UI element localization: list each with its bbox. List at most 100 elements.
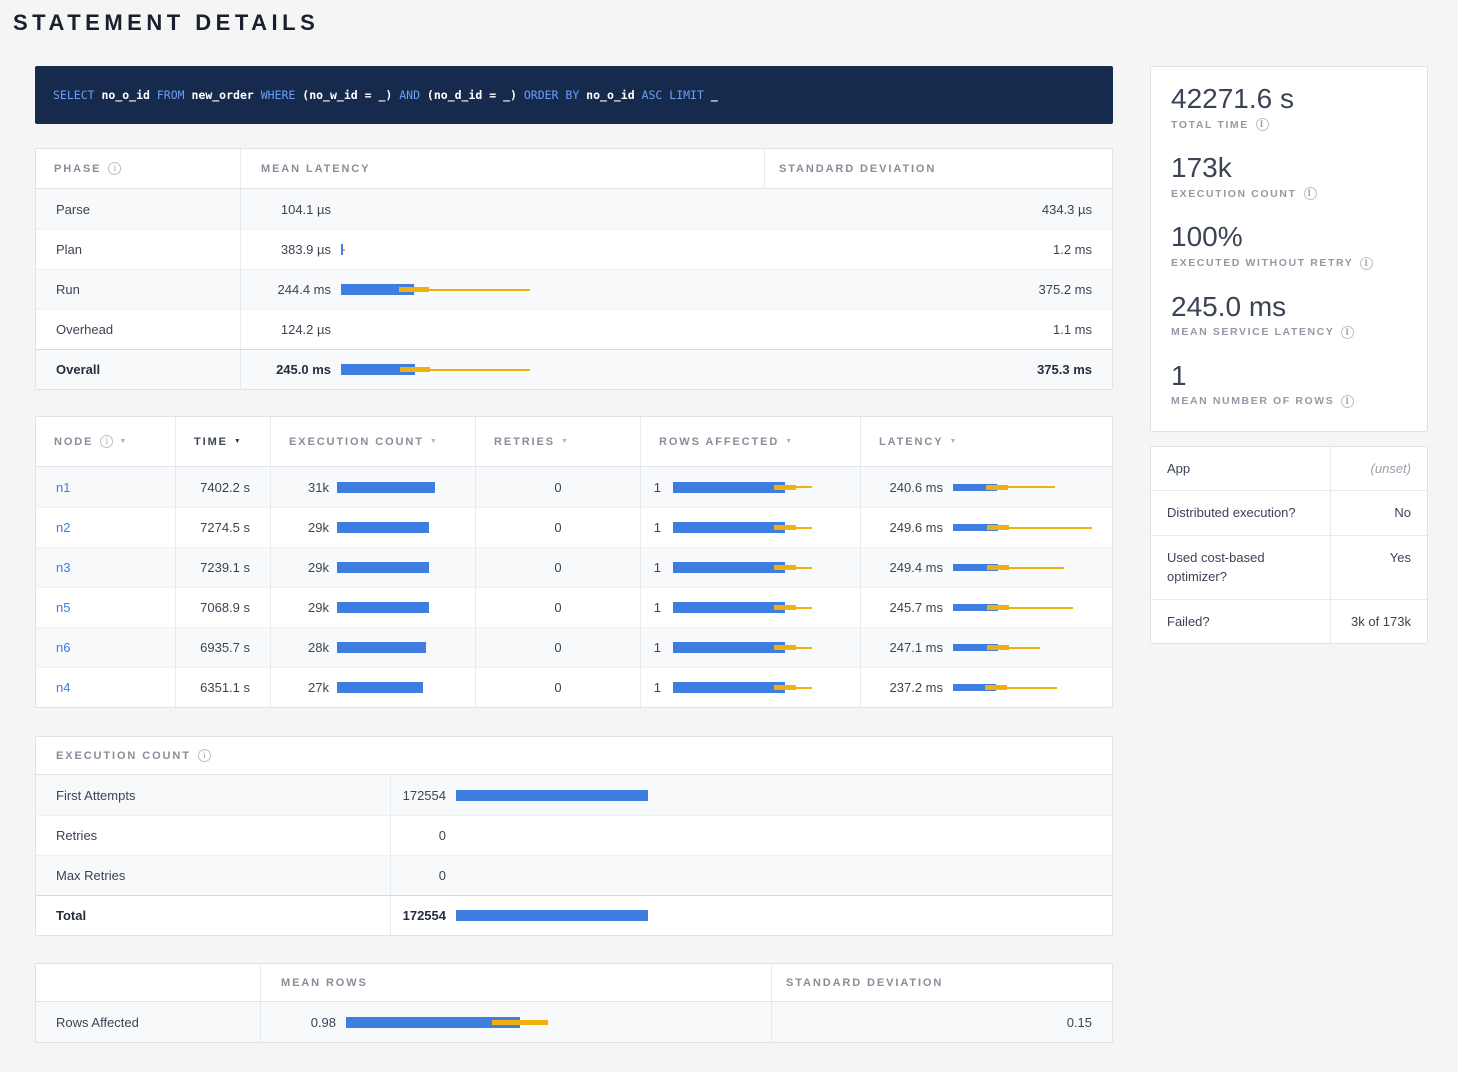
mean-bar xyxy=(337,482,435,493)
info-icon[interactable] xyxy=(1341,395,1354,408)
execution-count-value-cell: 172554 xyxy=(391,896,446,935)
mean-bar xyxy=(673,562,785,573)
detail-label: Distributed execution? xyxy=(1151,491,1331,535)
phase-table-header: PHASE MEAN LATENCY STANDARD DEVIATION xyxy=(36,149,1112,189)
sql-keyword: ORDER BY xyxy=(524,88,586,102)
mean-latency-value: 245.0 ms xyxy=(241,362,331,377)
node-row: n46351.1 s27k01237.2 ms xyxy=(36,667,1112,707)
phase-name-cell: Overhead xyxy=(36,310,241,349)
stat-label: EXECUTED WITHOUT RETRY xyxy=(1171,257,1407,270)
info-icon[interactable] xyxy=(100,435,113,448)
execution-count-bar-cell xyxy=(456,775,1092,815)
stddev-cell: 1.2 ms xyxy=(764,230,1112,269)
stat-label: TOTAL TIME xyxy=(1171,118,1407,131)
mean-latency-cell: 124.2 µs xyxy=(241,310,764,349)
mean-bar xyxy=(337,682,423,693)
details-card: App(unset)Distributed execution?NoUsed c… xyxy=(1150,446,1428,645)
mean-latency-value: 244.4 ms xyxy=(241,282,331,297)
execution-count-column-header[interactable]: EXECUTION COUNT xyxy=(271,417,476,466)
node-link[interactable]: n1 xyxy=(56,480,70,495)
detail-row: Distributed execution?No xyxy=(1151,490,1427,535)
info-icon[interactable] xyxy=(1304,187,1317,200)
retries-column-header[interactable]: RETRIES xyxy=(476,417,641,466)
latency-value: 240.6 ms xyxy=(861,480,943,495)
stat-label: MEAN NUMBER OF ROWS xyxy=(1171,395,1407,408)
stddev-tick xyxy=(399,287,429,292)
node-link[interactable]: n3 xyxy=(56,560,70,575)
retries-header-label: RETRIES xyxy=(494,436,555,448)
node-cell: n3 xyxy=(36,548,176,587)
node-link[interactable]: n4 xyxy=(56,680,70,695)
stddev-column-header: STANDARD DEVIATION xyxy=(764,149,1112,188)
stddev-tick xyxy=(986,485,1008,490)
stddev-value: 1.2 ms xyxy=(1053,242,1092,257)
time-cell: 7402.2 s xyxy=(176,467,271,507)
node-cell: n5 xyxy=(36,588,176,627)
retries-cell: 0 xyxy=(476,548,641,587)
time-value: 7274.5 s xyxy=(200,520,250,535)
info-icon[interactable] xyxy=(108,162,121,175)
info-icon[interactable] xyxy=(1360,257,1373,270)
rows-affected-value: 1 xyxy=(641,520,661,535)
execution-count-cell: 31k xyxy=(271,467,476,507)
execution-count-label: Total xyxy=(56,908,86,923)
detail-label: App xyxy=(1151,447,1331,491)
execution-count-row: Retries0 xyxy=(36,815,1112,855)
rows-label: Rows Affected xyxy=(56,1015,139,1030)
rows-stddev-column-header: STANDARD DEVIATION xyxy=(771,964,1112,1001)
time-value: 7239.1 s xyxy=(200,560,250,575)
detail-value: Yes xyxy=(1331,536,1427,599)
phase-name: Overhead xyxy=(56,322,113,337)
detail-label: Failed? xyxy=(1151,600,1331,644)
mean-bar xyxy=(337,562,429,573)
latency-value: 247.1 ms xyxy=(861,640,943,655)
stddev-value: 434.3 µs xyxy=(1042,202,1092,217)
node-row: n17402.2 s31k01240.6 ms xyxy=(36,467,1112,507)
stddev-tick xyxy=(774,565,796,570)
summary-card: 42271.6 sTOTAL TIME173kEXECUTION COUNT10… xyxy=(1150,66,1428,432)
detail-label: Used cost-based optimizer? xyxy=(1151,536,1331,599)
mean-bar xyxy=(673,682,785,693)
latency-header-label: LATENCY xyxy=(879,436,943,448)
mean-bar xyxy=(337,522,429,533)
stddev-tick xyxy=(987,605,1009,610)
execution-count-cell: 28k xyxy=(271,628,476,667)
node-link[interactable]: n2 xyxy=(56,520,70,535)
info-icon[interactable] xyxy=(198,749,211,762)
execution-count-bar-cell xyxy=(456,856,1092,895)
rows-affected-cell: 1 xyxy=(641,588,861,627)
sql-identifier: new_order xyxy=(191,88,260,102)
latency-column-header[interactable]: LATENCY xyxy=(861,417,1112,466)
node-column-header[interactable]: NODE xyxy=(36,417,176,466)
sort-arrow-icon xyxy=(119,438,126,445)
statement-box: SELECT no_o_id FROM new_order WHERE (no_… xyxy=(35,66,1113,124)
execution-count-label: Max Retries xyxy=(56,868,125,883)
sql-identifier: no_o_id xyxy=(101,88,156,102)
rows-affected-column-header[interactable]: ROWS AFFECTED xyxy=(641,417,861,466)
stddev-line xyxy=(998,607,1073,609)
info-icon[interactable] xyxy=(1341,326,1354,339)
mean-bar xyxy=(337,642,426,653)
summary-stat: 100%EXECUTED WITHOUT RETRY xyxy=(1171,221,1407,269)
execution-count-value-cell: 0 xyxy=(391,816,446,855)
time-column-header[interactable]: TIME xyxy=(176,417,271,466)
sql-keyword: ASC xyxy=(642,88,670,102)
node-link[interactable]: n5 xyxy=(56,600,70,615)
node-link[interactable]: n6 xyxy=(56,640,70,655)
node-cell: n4 xyxy=(36,668,176,707)
page-title: STATEMENT DETAILS xyxy=(13,10,1458,36)
bar-chart xyxy=(673,508,842,547)
bar-chart xyxy=(673,668,842,707)
sort-arrow-icon xyxy=(949,438,956,445)
execution-count-row: Total 172554 xyxy=(36,895,1112,935)
mean-rows-value: 0.98 xyxy=(261,1015,336,1030)
info-icon[interactable] xyxy=(1256,118,1269,131)
layout: SELECT no_o_id FROM new_order WHERE (no_… xyxy=(0,66,1458,1043)
time-value: 7402.2 s xyxy=(200,480,250,495)
stddev-line xyxy=(343,249,345,251)
sql-identifier: no_o_id xyxy=(586,88,641,102)
stddev-value: 375.3 ms xyxy=(1037,362,1092,377)
sql-keyword: WHERE xyxy=(261,88,303,102)
stat-value: 173k xyxy=(1171,152,1407,184)
phase-header-label: PHASE xyxy=(54,163,101,175)
